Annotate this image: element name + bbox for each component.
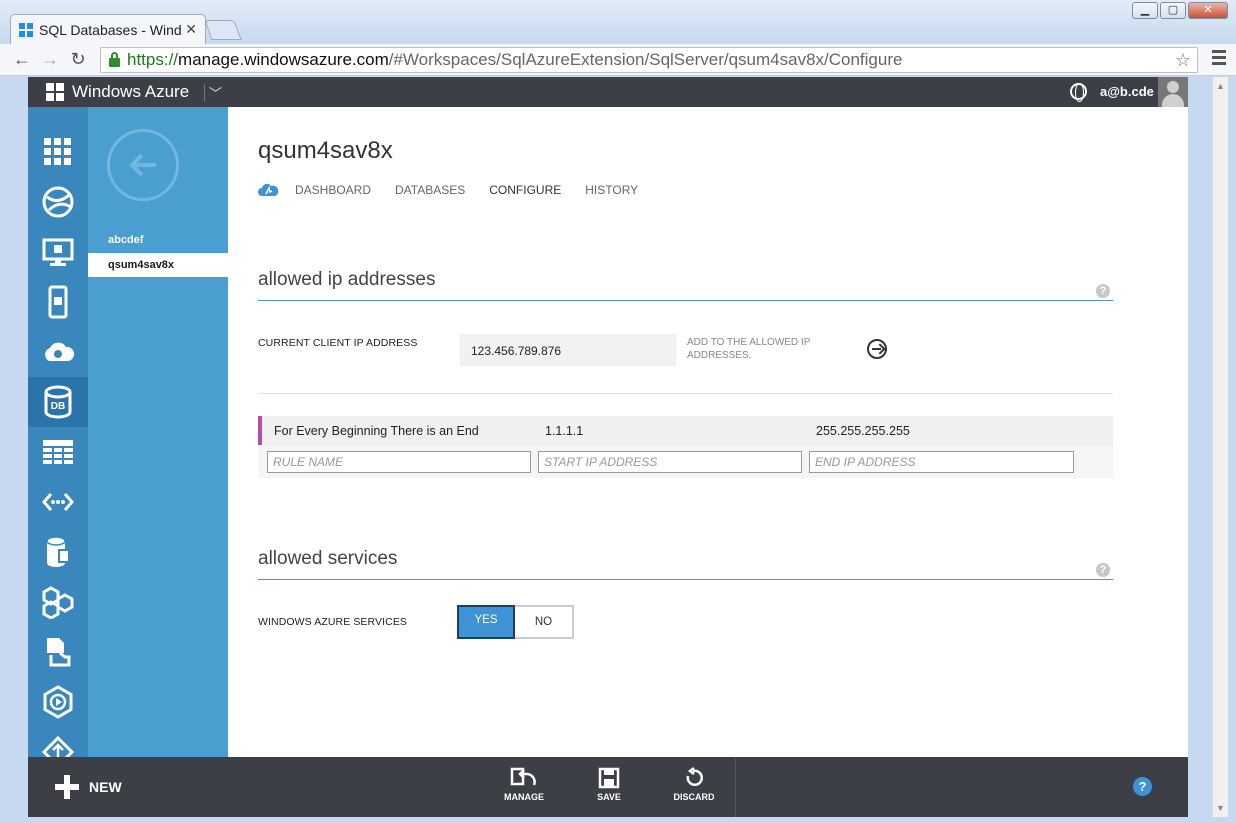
current-ip-label: CURRENT CLIENT IP ADDRESS: [258, 337, 418, 349]
new-button[interactable]: NEW: [55, 775, 122, 799]
windows-favicon-icon: [19, 22, 33, 37]
tab-configure[interactable]: CONFIGURE: [489, 183, 561, 197]
end-ip-input[interactable]: END IP ADDRESS: [809, 451, 1074, 473]
topbar-divider: [204, 84, 205, 101]
mobile-services-icon[interactable]: [28, 277, 88, 327]
section-divider: [258, 300, 1113, 301]
browser-toolbar: ← → ↻ https:// manage.windowsazure.com /…: [0, 44, 1236, 76]
networks-icon[interactable]: [28, 677, 88, 727]
start-ip-cell: 1.1.1.1: [545, 424, 584, 438]
user-email[interactable]: a@b.cde: [1100, 84, 1154, 99]
virtual-machines-icon[interactable]: [28, 227, 88, 277]
portal-viewport: Windows Azure ﹀ a@b.cde DB abcdef qsum4s…: [28, 77, 1188, 817]
lock-icon: [109, 51, 120, 67]
url-host: manage.windowsazure.com: [178, 50, 389, 69]
rule-name-cell: For Every Beginning There is an End: [274, 424, 479, 438]
web-sites-icon[interactable]: [28, 177, 88, 227]
add-to-allowed-label: ADD TO THE ALLOWED IP ADDRESSES.: [687, 337, 811, 361]
maximize-icon[interactable]: ▢: [1160, 2, 1186, 19]
command-separator: [735, 757, 736, 817]
tab-history[interactable]: HISTORY: [585, 183, 638, 197]
chevron-down-icon[interactable]: ﹀: [209, 83, 222, 102]
allowed-services-section-title: allowed services: [258, 548, 398, 569]
discard-label: DISCARD: [673, 792, 715, 802]
save-label: SAVE: [597, 792, 621, 802]
window-controls: ▁ ▢ ✕: [1132, 2, 1228, 19]
service-nav: DB: [28, 107, 88, 769]
portal-topbar: Windows Azure ﹀ a@b.cde: [28, 77, 1188, 107]
browser-titlebar: SQL Databases - Windows Azure ✕ ▁ ▢ ✕: [0, 0, 1236, 44]
main-content: qsum4sav8x DASHBOARD DATABASES CONFIGURE…: [228, 107, 1188, 757]
subnav-item-abcdef[interactable]: abcdef: [88, 228, 228, 252]
discard-icon: [686, 767, 704, 787]
back-button[interactable]: [107, 129, 179, 201]
tab-close-icon[interactable]: ✕: [185, 21, 197, 38]
add-ip-arrow-icon[interactable]: [867, 339, 887, 359]
portal-brand: Windows Azure: [72, 82, 190, 101]
browser-tab[interactable]: SQL Databases - Windows Azure ✕: [10, 14, 206, 44]
manage-icon: [510, 767, 536, 786]
forward-arrow-icon[interactable]: →: [36, 49, 64, 70]
svg-text:DB: DB: [51, 401, 65, 412]
azure-services-toggle: YES NO: [457, 605, 574, 639]
storage-icon[interactable]: [28, 427, 88, 477]
command-bar: NEW MANAGE SAVE DISCARD ?: [28, 757, 1188, 817]
rule-name-input[interactable]: RULE NAME: [267, 451, 531, 473]
page-tabs: DASHBOARD DATABASES CONFIGURE HISTORY: [258, 183, 662, 197]
current-ip-value: 123.456.789.876: [460, 334, 676, 366]
new-tab-button[interactable]: [204, 20, 242, 40]
back-arrow-icon[interactable]: ←: [8, 49, 36, 70]
minimize-icon[interactable]: ▁: [1132, 2, 1158, 19]
cloud-services-icon[interactable]: [28, 327, 88, 377]
url-path: /#Workspaces/SqlAzureExtension/SqlServer…: [388, 50, 903, 69]
windows-logo-icon: [46, 83, 64, 101]
service-bus-icon[interactable]: [28, 577, 88, 627]
quickstart-cloud-icon[interactable]: [258, 183, 278, 197]
window-close-icon[interactable]: ✕: [1188, 2, 1228, 19]
azure-services-label: WINDOWS AZURE SERVICES: [258, 616, 408, 628]
portal-logo[interactable]: Windows Azure: [46, 82, 189, 102]
new-label: NEW: [89, 779, 122, 795]
divider: [258, 393, 1113, 394]
manage-button[interactable]: MANAGE: [494, 767, 554, 802]
save-button[interactable]: SAVE: [579, 767, 639, 802]
end-ip-cell: 255.255.255.255: [816, 424, 910, 438]
sql-databases-icon[interactable]: DB: [28, 377, 88, 427]
discard-button[interactable]: DISCARD: [664, 767, 724, 802]
tab-title: SQL Databases - Windows Azure: [39, 21, 182, 38]
subnav-item-qsum4sav8x[interactable]: qsum4sav8x: [88, 253, 228, 277]
scroll-down-icon[interactable]: ▼: [1216, 803, 1225, 813]
plus-icon: [55, 775, 79, 799]
manage-label: MANAGE: [504, 792, 544, 802]
section-divider: [258, 579, 1113, 580]
hdinsight-icon[interactable]: [28, 477, 88, 527]
allowed-ip-section-title: allowed ip addresses: [258, 269, 436, 290]
page-title: qsum4sav8x: [258, 137, 393, 164]
help-icon[interactable]: ?: [1096, 563, 1110, 577]
help-icon[interactable]: ?: [1096, 284, 1110, 298]
avatar[interactable]: [1158, 77, 1188, 107]
start-ip-input[interactable]: START IP ADDRESS: [538, 451, 802, 473]
yes-toggle-button[interactable]: YES: [457, 605, 515, 639]
globe-icon[interactable]: [1070, 83, 1087, 102]
page-scrollbar[interactable]: ▲ ▼: [1212, 77, 1228, 817]
no-toggle-button[interactable]: NO: [515, 607, 572, 637]
bookmark-star-icon[interactable]: ☆: [1175, 50, 1191, 71]
table-row[interactable]: For Every Beginning There is an End 1.1.…: [258, 416, 1113, 445]
back-arrow-icon: [129, 153, 156, 177]
help-button[interactable]: ?: [1133, 777, 1152, 796]
browser-menu-icon[interactable]: [1212, 50, 1226, 68]
save-icon: [598, 767, 620, 789]
tab-dashboard[interactable]: DASHBOARD: [295, 183, 371, 197]
address-bar[interactable]: https:// manage.windowsazure.com /#Works…: [100, 47, 1198, 73]
media-services-icon[interactable]: [28, 527, 88, 577]
visual-studio-online-icon[interactable]: [28, 627, 88, 677]
all-items-icon[interactable]: [28, 127, 88, 177]
scroll-up-icon[interactable]: ▲: [1216, 81, 1225, 91]
tab-databases[interactable]: DATABASES: [395, 183, 465, 197]
firewall-rules-table: For Every Beginning There is an End 1.1.…: [258, 416, 1113, 478]
resource-subnav: abcdef qsum4sav8x: [88, 107, 228, 757]
url-scheme: https://: [127, 50, 179, 69]
reload-icon[interactable]: ↻: [64, 49, 92, 70]
